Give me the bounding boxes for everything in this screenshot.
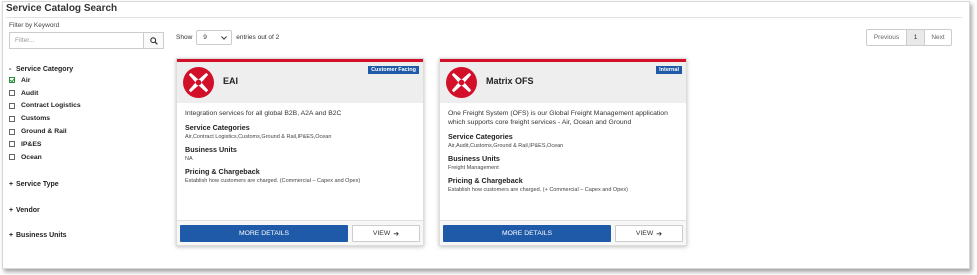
entries-select[interactable]: 9 bbox=[196, 30, 233, 45]
category-item-ocean[interactable]: Ocean bbox=[9, 151, 81, 164]
entries-control: Show 9 entries out of 2 bbox=[176, 30, 279, 45]
more-details-button[interactable]: MORE DETAILS bbox=[180, 225, 348, 242]
entries-text: entries out of 2 bbox=[236, 34, 280, 41]
pricing-heading: Pricing & Chargeback bbox=[448, 176, 523, 185]
pricing-heading: Pricing & Chargeback bbox=[185, 167, 260, 176]
category-label: Contract Logistics bbox=[21, 102, 81, 110]
section-service-category[interactable]: - Service Category bbox=[9, 66, 73, 73]
title-divider bbox=[6, 17, 962, 18]
service-card: EAI Customer Facing Integration services… bbox=[176, 58, 424, 246]
category-label: Audit bbox=[21, 89, 39, 97]
categories-heading: Service Categories bbox=[185, 123, 250, 132]
pricing-value: Establish how customers are charged. (Co… bbox=[185, 178, 361, 184]
category-item-audit[interactable]: Audit bbox=[9, 87, 81, 100]
section-vendor[interactable]: + Vendor bbox=[9, 207, 40, 214]
show-label: Show bbox=[176, 34, 193, 41]
categories-value: Air,Contract Logistics,Customs,Ground & … bbox=[185, 134, 332, 140]
view-button[interactable]: VIEW ➔ bbox=[615, 225, 683, 242]
entries-value: 9 bbox=[203, 34, 207, 41]
card-footer: MORE DETAILS VIEW ➔ bbox=[177, 220, 423, 245]
card-description: One Freight System (OFS) is our Global F… bbox=[448, 110, 668, 126]
section-label: Service Type bbox=[16, 181, 59, 188]
arrow-right-icon: ➔ bbox=[656, 230, 663, 238]
section-label: Service Category bbox=[16, 66, 74, 73]
card-title: Matrix OFS bbox=[486, 76, 534, 86]
card-body: Integration services for all global B2B,… bbox=[177, 103, 423, 184]
search-icon bbox=[149, 36, 158, 45]
brand-logo-icon bbox=[183, 67, 214, 98]
category-label: Ground & Rail bbox=[21, 128, 67, 136]
section-label: Business Units bbox=[16, 232, 67, 239]
arrow-right-icon: ➔ bbox=[393, 230, 400, 238]
card-title: EAI bbox=[223, 76, 239, 86]
view-button[interactable]: VIEW ➔ bbox=[352, 225, 420, 242]
category-label: Air bbox=[21, 76, 31, 84]
next-button[interactable]: Next bbox=[925, 30, 951, 45]
collapse-icon: - bbox=[9, 66, 12, 73]
previous-button[interactable]: Previous bbox=[867, 30, 907, 45]
card-footer: MORE DETAILS VIEW ➔ bbox=[440, 220, 686, 245]
category-item-ipes[interactable]: IP&ES bbox=[9, 138, 81, 151]
card-header: EAI Customer Facing bbox=[177, 62, 423, 103]
category-item-ground-rail[interactable]: Ground & Rail bbox=[9, 125, 81, 138]
service-card: Matrix OFS Internal One Freight System (… bbox=[439, 58, 687, 246]
expand-icon: + bbox=[9, 181, 14, 188]
status-badge: Customer Facing bbox=[368, 66, 419, 74]
card-header: Matrix OFS Internal bbox=[440, 62, 686, 103]
pricing-value: Establish how customers are charged. (+ … bbox=[448, 187, 628, 193]
expand-icon: + bbox=[9, 207, 14, 214]
category-label: IP&ES bbox=[21, 140, 42, 148]
category-list: Air Audit Contract Logistics Customs Gro… bbox=[9, 74, 81, 164]
units-value: NA bbox=[185, 156, 193, 162]
section-business-units[interactable]: + Business Units bbox=[9, 232, 67, 239]
card-description: Integration services for all global B2B,… bbox=[185, 110, 342, 117]
status-badge: Internal bbox=[656, 66, 682, 74]
categories-heading: Service Categories bbox=[448, 132, 513, 141]
units-heading: Business Units bbox=[185, 145, 237, 154]
category-label: Ocean bbox=[21, 153, 42, 161]
checkbox-icon[interactable] bbox=[9, 77, 15, 84]
category-item-customs[interactable]: Customs bbox=[9, 112, 81, 125]
categories-value: Air,Audit,Customs,Ground & Rail,IP&ES,Oc… bbox=[448, 143, 564, 149]
checkbox-icon[interactable] bbox=[9, 128, 15, 135]
view-label: VIEW bbox=[372, 230, 391, 237]
category-item-contract-logistics[interactable]: Contract Logistics bbox=[9, 100, 81, 113]
checkbox-icon[interactable] bbox=[9, 141, 15, 148]
units-heading: Business Units bbox=[448, 154, 500, 163]
page-title: Service Catalog Search bbox=[6, 3, 118, 14]
section-service-type[interactable]: + Service Type bbox=[9, 181, 59, 188]
checkbox-icon[interactable] bbox=[9, 115, 15, 122]
checkbox-icon[interactable] bbox=[9, 90, 15, 97]
card-body: One Freight System (OFS) is our Global F… bbox=[440, 103, 686, 193]
filter-input[interactable] bbox=[10, 33, 143, 48]
expand-icon: + bbox=[9, 232, 14, 239]
view-label: VIEW bbox=[635, 230, 654, 237]
checkbox-icon[interactable] bbox=[9, 154, 15, 161]
chevron-down-icon bbox=[221, 35, 228, 40]
search-button[interactable] bbox=[143, 33, 163, 48]
page-1-button[interactable]: 1 bbox=[907, 30, 925, 45]
more-details-button[interactable]: MORE DETAILS bbox=[443, 225, 611, 242]
filter-box bbox=[9, 32, 164, 49]
brand-logo-icon bbox=[446, 67, 477, 98]
section-label: Vendor bbox=[16, 207, 40, 214]
checkbox-icon[interactable] bbox=[9, 102, 15, 109]
category-item-air[interactable]: Air bbox=[9, 74, 81, 87]
filter-label: Filter by Keyword bbox=[9, 22, 60, 29]
units-value: Freight Management bbox=[448, 165, 499, 171]
pagination: Previous 1 Next bbox=[866, 29, 952, 46]
category-label: Customs bbox=[21, 115, 51, 123]
